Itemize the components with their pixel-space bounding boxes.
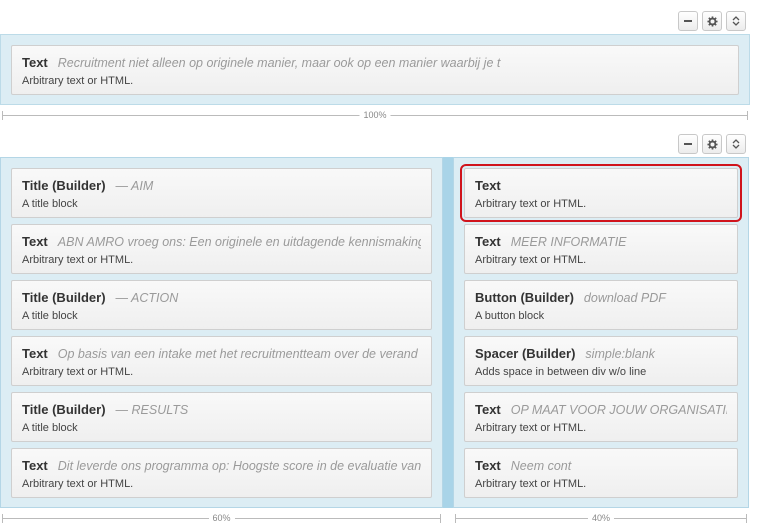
module-subtitle: ABN AMRO vroeg ons: Een originele en uit… <box>57 235 421 249</box>
module-subtitle: — ACTION <box>115 291 179 305</box>
width-indicator-40: 40% <box>455 513 747 524</box>
module-title-builder[interactable]: Title (Builder) — RESULTS A title block <box>11 392 432 442</box>
module-subtitle: Dit leverde ons programma op: Hoogste sc… <box>57 459 421 473</box>
settings-button[interactable] <box>702 134 722 154</box>
gear-icon <box>706 138 718 150</box>
module-subtitle: simple:blank <box>585 347 655 361</box>
module-description: Arbitrary text or HTML. <box>475 478 587 490</box>
module-description: Arbitrary text or HTML. <box>475 254 587 266</box>
column-resize-handle[interactable] <box>443 157 453 508</box>
module-description: Arbitrary text or HTML. <box>475 198 587 210</box>
module-title: Text <box>475 402 501 417</box>
module-description: A button block <box>475 310 545 322</box>
up-down-chevron-icon <box>732 16 740 26</box>
module-title: Spacer (Builder) <box>475 346 576 361</box>
move-button[interactable] <box>726 11 746 31</box>
module-subtitle: Neem cont <box>510 459 572 473</box>
module-description: A title block <box>22 310 78 322</box>
move-button[interactable] <box>726 134 746 154</box>
settings-button[interactable] <box>702 11 722 31</box>
module-title: Title (Builder) <box>22 290 106 305</box>
module-subtitle: OP MAAT VOOR JOUW ORGANISATIE <box>510 403 727 417</box>
collapse-button[interactable] <box>678 11 698 31</box>
module-title: Title (Builder) <box>22 402 106 417</box>
module-title: Text <box>22 346 48 361</box>
width-indicator-60: 60% <box>2 513 441 524</box>
module-subtitle: — AIM <box>115 179 154 193</box>
module-text[interactable]: Text Op basis van een intake met het recr… <box>11 336 432 386</box>
module-description: A title block <box>22 422 78 434</box>
module-text[interactable]: Text OP MAAT VOOR JOUW ORGANISATIE Arbitr… <box>464 392 738 442</box>
module-title: Button (Builder) <box>475 290 574 305</box>
module-title: Text <box>475 234 501 249</box>
module-title-builder[interactable]: Title (Builder) — ACTION A title block <box>11 280 432 330</box>
minus-icon <box>684 20 692 22</box>
module-subtitle: download PDF <box>583 291 666 305</box>
module-description: A title block <box>22 198 78 210</box>
section-2-controls <box>678 134 746 154</box>
module-text[interactable]: Text Dit leverde ons programma op: Hoogst… <box>11 448 432 498</box>
module-title: Text <box>22 458 48 473</box>
section-1-controls <box>678 11 746 31</box>
module-title: Text <box>22 234 48 249</box>
up-down-chevron-icon <box>732 139 740 149</box>
module-subtitle: MEER INFORMATIE <box>510 235 627 249</box>
module-title: Text <box>22 55 48 70</box>
module-text-selected[interactable]: Text Arbitrary text or HTML. <box>460 164 742 222</box>
width-indicator-100: 100% <box>2 110 748 121</box>
width-label: 60% <box>208 513 235 523</box>
section-full-width: Text Recruitment niet alleen op originele… <box>0 34 750 105</box>
module-subtitle: Recruitment niet alleen op originele man… <box>57 56 501 70</box>
minus-icon <box>684 143 692 145</box>
module-text[interactable]: Text MEER INFORMATIE Arbitrary text or HT… <box>464 224 738 274</box>
module-subtitle: Op basis van een intake met het recruitm… <box>57 347 418 361</box>
module-description: Arbitrary text or HTML. <box>475 422 587 434</box>
width-label: 40% <box>587 513 615 523</box>
module-description: Arbitrary text or HTML. <box>22 478 134 490</box>
gear-icon <box>706 15 718 27</box>
module-description: Arbitrary text or HTML. <box>22 75 134 87</box>
module-text[interactable]: Text Recruitment niet alleen op originele… <box>11 45 739 95</box>
module-button-builder[interactable]: Button (Builder) download PDF A button bl… <box>464 280 738 330</box>
module-description: Adds space in between div w/o line <box>475 366 647 378</box>
module-title: Text <box>475 178 501 193</box>
column-left: Title (Builder) — AIM A title block Text A… <box>0 157 443 508</box>
module-text[interactable]: Text Neem cont Arbitrary text or HTML. <box>464 448 738 498</box>
width-label: 100% <box>359 110 391 120</box>
module-title: Text <box>475 458 501 473</box>
module-text[interactable]: Text ABN AMRO vroeg ons: Een originele en… <box>11 224 432 274</box>
column-right: Text Arbitrary text or HTML. Text MEER IN… <box>453 157 749 508</box>
module-title: Title (Builder) <box>22 178 106 193</box>
module-spacer-builder[interactable]: Spacer (Builder) simple:blank Adds space … <box>464 336 738 386</box>
module-description: Arbitrary text or HTML. <box>22 254 134 266</box>
module-title-builder[interactable]: Title (Builder) — AIM A title block <box>11 168 432 218</box>
module-description: Arbitrary text or HTML. <box>22 366 134 378</box>
module-subtitle: — RESULTS <box>115 403 189 417</box>
collapse-button[interactable] <box>678 134 698 154</box>
